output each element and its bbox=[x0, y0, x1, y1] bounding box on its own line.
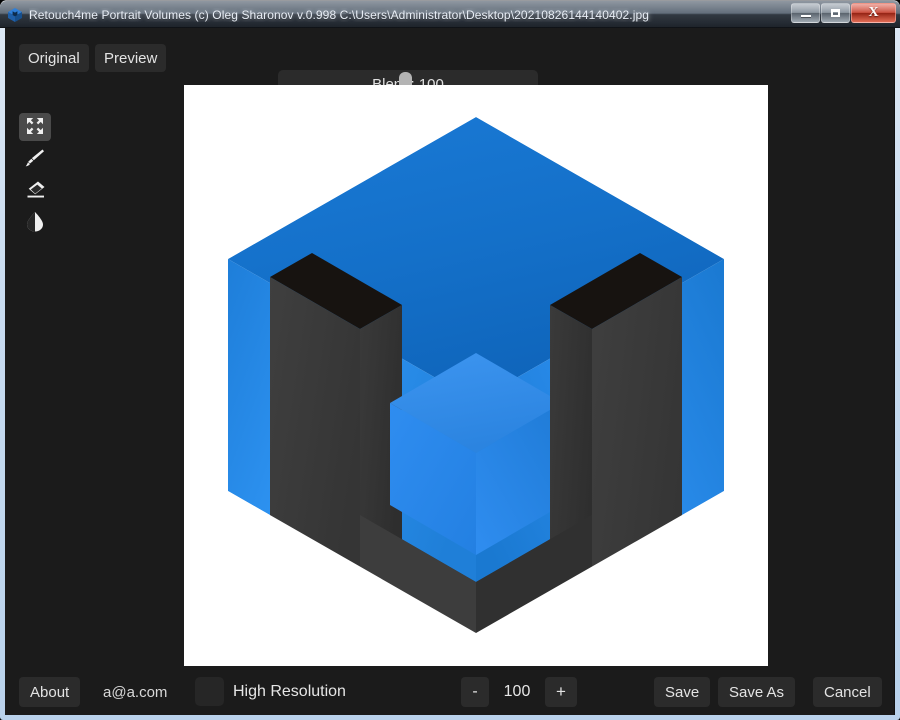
retouch4me-cube-icon bbox=[7, 7, 23, 23]
client-right-edge bbox=[894, 28, 895, 715]
contrast-droplet-icon bbox=[25, 211, 45, 235]
brush-tool-button[interactable] bbox=[19, 145, 51, 173]
original-button[interactable]: Original bbox=[19, 44, 89, 72]
bottom-toolbar: About a@a.com High Resolution - 100 + Sa… bbox=[5, 668, 895, 715]
high-resolution-label: High Resolution bbox=[233, 683, 346, 700]
image-canvas-area[interactable] bbox=[181, 85, 770, 666]
eraser-tool-button[interactable] bbox=[19, 177, 51, 205]
zoom-decrease-button[interactable]: - bbox=[461, 677, 489, 707]
tool-rail bbox=[5, 78, 65, 678]
about-button[interactable]: About bbox=[19, 677, 81, 707]
minimize-icon bbox=[800, 14, 811, 17]
window-controls: X bbox=[791, 3, 896, 23]
maximize-icon bbox=[831, 9, 840, 17]
close-button[interactable]: X bbox=[851, 3, 896, 23]
application-window: Retouch4me Portrait Volumes (c) Oleg Sha… bbox=[0, 0, 900, 720]
save-as-button[interactable]: Save As bbox=[718, 677, 796, 707]
fit-to-screen-tool-button[interactable] bbox=[19, 113, 51, 141]
maximize-button[interactable] bbox=[821, 3, 850, 23]
image-preview[interactable] bbox=[183, 85, 768, 666]
eraser-icon bbox=[25, 180, 46, 203]
top-toolbar: Original Preview Blend: 100 bbox=[5, 28, 895, 99]
client-area: Original Preview Blend: 100 bbox=[5, 28, 895, 715]
window-title-text: Retouch4me Portrait Volumes (c) Oleg Sha… bbox=[29, 7, 650, 22]
expand-arrows-icon bbox=[26, 117, 44, 138]
close-icon: X bbox=[868, 5, 879, 20]
title-bar[interactable]: Retouch4me Portrait Volumes (c) Oleg Sha… bbox=[0, 0, 900, 28]
zoom-increase-button[interactable]: + bbox=[545, 677, 577, 707]
account-email-label: a@a.com bbox=[103, 683, 168, 701]
contrast-tool-button[interactable] bbox=[19, 209, 51, 237]
zoom-value-label: 100 bbox=[503, 683, 531, 700]
cube-logo-graphic bbox=[183, 85, 768, 666]
save-button[interactable]: Save bbox=[654, 677, 711, 707]
preview-button[interactable]: Preview bbox=[95, 44, 167, 72]
minimize-button[interactable] bbox=[791, 3, 820, 23]
brush-icon bbox=[25, 148, 45, 171]
high-resolution-checkbox[interactable] bbox=[195, 677, 224, 706]
cancel-button[interactable]: Cancel bbox=[813, 677, 882, 707]
